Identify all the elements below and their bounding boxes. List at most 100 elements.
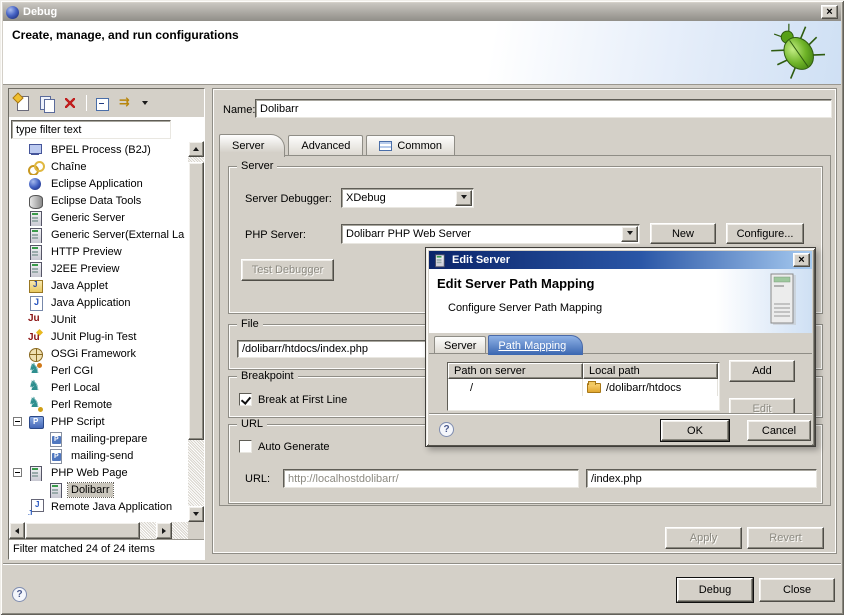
- junit-icon: [27, 312, 44, 328]
- file-group-legend: File: [237, 318, 263, 330]
- tree-item-generic-server-external[interactable]: Generic Server(External La: [9, 226, 204, 243]
- tree-horizontal-scrollbar[interactable]: [9, 522, 204, 539]
- server-debugger-select[interactable]: XDebug: [341, 188, 474, 208]
- dropdown-arrow-icon[interactable]: [455, 190, 472, 206]
- php-server-select[interactable]: Dolibarr PHP Web Server: [341, 224, 640, 244]
- window-title: Debug: [23, 6, 817, 18]
- tree-item-eclipse-application[interactable]: Eclipse Application: [9, 175, 204, 192]
- help-icon[interactable]: ?: [12, 587, 27, 602]
- base-url-input: [283, 469, 579, 488]
- delete-configuration-icon[interactable]: [62, 95, 79, 112]
- title-bar: Debug ×: [3, 3, 841, 21]
- name-label: Name:: [223, 104, 255, 116]
- table-icon: [379, 141, 392, 151]
- filter-status-text: Filter matched 24 of 24 items: [9, 539, 204, 559]
- close-button[interactable]: Close: [759, 578, 835, 602]
- scroll-up-button[interactable]: [188, 141, 204, 157]
- add-mapping-button[interactable]: Add: [729, 360, 795, 382]
- osgi-target-icon: [27, 346, 44, 362]
- tab-common[interactable]: Common: [366, 135, 455, 156]
- column-header-path-on-server[interactable]: Path on server: [448, 363, 583, 379]
- filter-launch-icon[interactable]: [118, 95, 135, 112]
- tree-item-php-script[interactable]: PHP Script: [9, 413, 204, 430]
- configure-server-button[interactable]: Configure...: [726, 223, 804, 244]
- tree-item-eclipse-data-tools[interactable]: Eclipse Data Tools: [9, 192, 204, 209]
- tree-item-j2ee-preview[interactable]: J2EE Preview: [9, 260, 204, 277]
- scrollbar-thumb[interactable]: [188, 162, 204, 440]
- tree-item-osgi-framework[interactable]: OSGi Framework: [9, 345, 204, 362]
- collapse-all-icon[interactable]: [94, 95, 111, 112]
- tree-item-perl-local[interactable]: Perl Local: [9, 379, 204, 396]
- new-configuration-icon[interactable]: [14, 95, 31, 112]
- edit-mapping-button: Edit: [729, 398, 795, 413]
- new-server-button[interactable]: New: [650, 223, 716, 244]
- dialog-tab-server[interactable]: Server: [434, 336, 486, 354]
- tree-item-perl-cgi[interactable]: Perl CGI: [9, 362, 204, 379]
- configuration-sidebar: BPEL Process (B2J) Chaîne Eclipse Applic…: [8, 88, 205, 560]
- tree-item-bpel-process[interactable]: BPEL Process (B2J): [9, 141, 204, 158]
- scroll-left-button[interactable]: [9, 522, 25, 539]
- collapse-toggle-icon[interactable]: [13, 417, 22, 426]
- tree-item-mailing-prepare[interactable]: mailing-prepare: [9, 430, 204, 447]
- php-file-icon: [47, 431, 64, 447]
- auto-generate-label: Auto Generate: [258, 441, 330, 453]
- dialog-tab-path-mapping[interactable]: Path Mapping: [488, 335, 583, 355]
- php-icon: [27, 414, 44, 430]
- empty-table-row: [448, 396, 719, 410]
- break-first-line-label: Break at First Line: [258, 394, 347, 406]
- tree-item-mailing-send[interactable]: mailing-send: [9, 447, 204, 464]
- ok-button[interactable]: OK: [661, 420, 729, 441]
- path-mapping-table: Path on server Local path / /dolibarr/ht…: [447, 362, 720, 411]
- dialog-header: Edit Server Path Mapping Configure Serve…: [429, 269, 812, 333]
- tree-item-generic-server[interactable]: Generic Server: [9, 209, 204, 226]
- configuration-tree: BPEL Process (B2J) Chaîne Eclipse Applic…: [9, 141, 204, 522]
- tree-item-java-application[interactable]: Java Application: [9, 294, 204, 311]
- php-file-icon: [47, 448, 64, 464]
- column-header-local-path[interactable]: Local path: [583, 363, 718, 379]
- auto-generate-checkbox[interactable]: [239, 440, 252, 453]
- dialog-tabs: Server Path Mapping: [434, 333, 585, 354]
- url-path-input[interactable]: [586, 469, 817, 488]
- debug-button[interactable]: Debug: [677, 578, 753, 602]
- process-icon: [27, 142, 44, 158]
- filter-input[interactable]: [11, 120, 171, 139]
- dialog-subheading: Configure Server Path Mapping: [448, 302, 602, 314]
- tree-item-junit-plugin-test[interactable]: JUnit Plug-in Test: [9, 328, 204, 345]
- test-debugger-button: Test Debugger: [241, 259, 334, 281]
- tree-item-remote-java-application[interactable]: Remote Java Application: [9, 498, 204, 515]
- tab-server[interactable]: Server: [219, 134, 285, 157]
- server-icon: [27, 244, 44, 260]
- tree-item-dolibarr[interactable]: Dolibarr: [9, 481, 204, 498]
- toolbar-menu-chevron-icon[interactable]: [142, 101, 148, 108]
- tree-item-junit[interactable]: JUnit: [9, 311, 204, 328]
- window-close-button[interactable]: ×: [821, 5, 838, 19]
- configuration-name-input[interactable]: [255, 99, 832, 118]
- table-row[interactable]: / /dolibarr/htdocs: [448, 379, 719, 396]
- url-group-legend: URL: [237, 418, 267, 430]
- scrollbar-corner: [188, 522, 204, 539]
- dialog-close-button[interactable]: ×: [793, 253, 810, 267]
- tree-item-chaine[interactable]: Chaîne: [9, 158, 204, 175]
- tree-item-java-applet[interactable]: Java Applet: [9, 277, 204, 294]
- tree-vertical-scrollbar[interactable]: [188, 141, 204, 522]
- server-path-cell: /: [448, 379, 583, 396]
- header-banner: Create, manage, and run configurations: [3, 21, 841, 85]
- server-icon: [27, 227, 44, 243]
- dialog-help-icon[interactable]: ?: [439, 422, 454, 437]
- tab-advanced[interactable]: Advanced: [288, 135, 363, 156]
- scrollbar-thumb[interactable]: [25, 522, 140, 539]
- tree-toolbar: [9, 89, 204, 117]
- configuration-tabs: Server Advanced Common: [219, 133, 458, 156]
- path-mapping-content: Path on server Local path / /dolibarr/ht…: [429, 353, 812, 413]
- duplicate-configuration-icon[interactable]: [38, 95, 55, 112]
- dropdown-arrow-icon[interactable]: [621, 226, 638, 242]
- tree-item-perl-remote[interactable]: Perl Remote: [9, 396, 204, 413]
- scroll-down-button[interactable]: [188, 506, 204, 522]
- break-first-line-checkbox[interactable]: [239, 393, 252, 406]
- scroll-right-button[interactable]: [156, 522, 172, 539]
- cancel-button[interactable]: Cancel: [747, 420, 811, 441]
- tree-item-http-preview[interactable]: HTTP Preview: [9, 243, 204, 260]
- revert-button: Revert: [747, 527, 824, 549]
- tree-item-php-web-page[interactable]: PHP Web Page: [9, 464, 204, 481]
- collapse-toggle-icon[interactable]: [13, 468, 22, 477]
